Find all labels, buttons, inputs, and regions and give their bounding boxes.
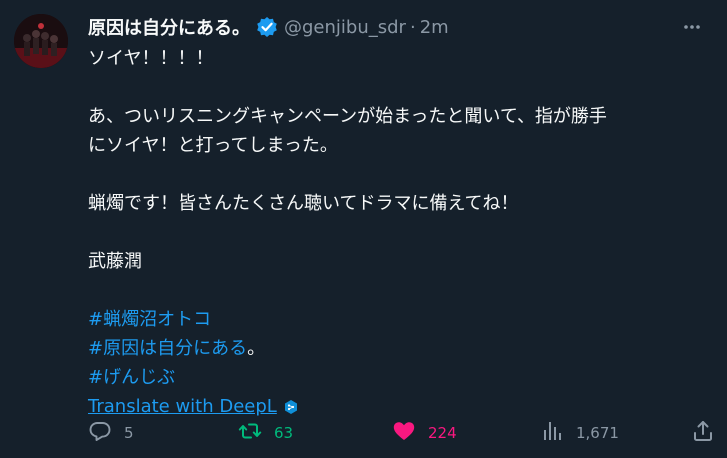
tweet-line <box>88 218 708 247</box>
timestamp[interactable]: 2m <box>420 17 449 38</box>
retweet-count: 63 <box>274 424 294 442</box>
action-bar: 5 63 224 1,671 <box>88 418 713 448</box>
reply-icon <box>88 419 112 447</box>
reply-count: 5 <box>124 424 134 442</box>
display-name[interactable]: 原因は自分にある。 <box>88 14 250 40</box>
translate-label: Translate with DeepL <box>88 396 277 417</box>
hashtag-line: #原因は自分にある。 <box>88 334 708 363</box>
share-button[interactable] <box>691 418 715 448</box>
more-options-icon[interactable] <box>677 12 707 42</box>
tweet: 原因は自分にある。 @genjibu_sdr · 2m ソイヤ！！！！ あ、つい… <box>0 0 727 458</box>
avatar[interactable] <box>14 14 68 68</box>
heart-icon <box>392 419 416 447</box>
retweet-button[interactable]: 63 <box>238 418 293 448</box>
retweet-icon <box>238 419 262 447</box>
tweet-line: 蝋燭です！皆さんたくさん聴いてドラマに備えてね！ <box>88 193 519 214</box>
translate-line: Translate with DeepL <box>88 392 708 421</box>
like-count: 224 <box>428 424 457 442</box>
tweet-line: ソイヤ！！！！ <box>88 48 214 69</box>
hashtag-link[interactable]: #原因は自分にある <box>88 338 247 359</box>
reply-button[interactable]: 5 <box>88 418 134 448</box>
deepl-icon <box>283 399 299 415</box>
hashtag-link[interactable]: #蝋燭沼オトコ <box>88 309 211 330</box>
tweet-line <box>88 73 708 102</box>
like-button[interactable]: 224 <box>392 418 457 448</box>
hashtag-line: #蝋燭沼オトコ <box>88 305 708 334</box>
handle[interactable]: @genjibu_sdr <box>284 17 406 38</box>
views-count: 1,671 <box>576 424 619 442</box>
tweet-line <box>88 160 708 189</box>
hashtag-suffix: 。 <box>247 338 266 359</box>
hashtag-line: #げんじぶ <box>88 363 708 392</box>
translate-link[interactable]: Translate with DeepL <box>88 392 299 421</box>
share-icon <box>691 419 715 447</box>
tweet-line: あ、ついリスニングキャンペーンが始まったと聞いて、指が勝手 <box>88 106 607 127</box>
tweet-header: 原因は自分にある。 @genjibu_sdr · 2m <box>88 12 707 42</box>
tweet-line: にソイヤ！と打ってしまった。 <box>88 135 338 156</box>
tweet-text: ソイヤ！！！！ あ、ついリスニングキャンペーンが始まったと聞いて、指が勝手 にソ… <box>88 44 708 421</box>
separator-dot: · <box>409 16 416 38</box>
analytics-icon <box>540 419 564 447</box>
hashtag-link[interactable]: #げんじぶ <box>88 367 175 388</box>
views-button[interactable]: 1,671 <box>540 418 619 448</box>
signature: 武藤潤 <box>88 251 142 272</box>
verified-badge-icon <box>256 16 278 38</box>
tweet-line <box>88 276 708 305</box>
